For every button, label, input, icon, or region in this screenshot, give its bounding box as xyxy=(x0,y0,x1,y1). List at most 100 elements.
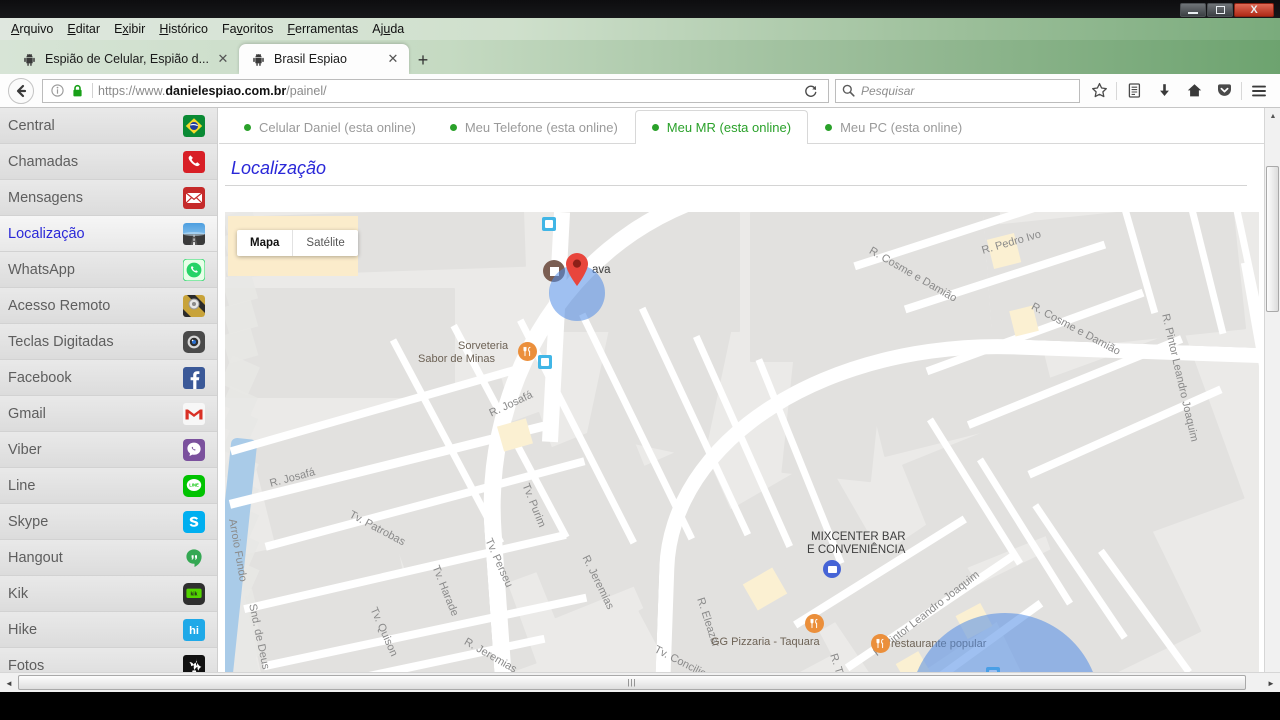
sidebar-item-label: Acesso Remoto xyxy=(8,298,183,314)
sidebar-item-label: Hike xyxy=(8,622,183,638)
sidebar-item-whatsapp[interactable]: WhatsApp xyxy=(0,252,217,288)
bookmark-star-button[interactable] xyxy=(1084,76,1114,106)
hangouts-icon xyxy=(183,547,205,569)
popular-restaurant-poi-icon[interactable] xyxy=(871,634,890,653)
sidebar-item-label: Skype xyxy=(8,514,183,530)
menu-bar: Arquivo Editar Exibir Histórico Favoritos Fer… xyxy=(0,18,1280,40)
downloads-button[interactable] xyxy=(1149,76,1179,106)
reload-button[interactable] xyxy=(798,84,824,98)
back-button[interactable] xyxy=(6,76,36,106)
sidebar-item-label: Teclas Digitadas xyxy=(8,334,183,350)
map-type-satlite[interactable]: Satélite xyxy=(292,230,357,256)
online-status-dot xyxy=(450,124,457,131)
minimize-icon xyxy=(1188,12,1198,14)
vertical-scrollbar[interactable]: ▲ ▼ xyxy=(1264,108,1280,692)
store-poi-icon[interactable] xyxy=(823,560,841,578)
scroll-right-button[interactable]: ► xyxy=(1264,676,1278,690)
tab-title: Espião de Celular, Espião d... xyxy=(45,52,209,66)
device-tab-3[interactable]: Meu PC (esta online) xyxy=(808,110,979,143)
device-tab-1[interactable]: Meu Telefone (esta online) xyxy=(433,110,635,143)
sidebar-item-hike[interactable]: Hike hi xyxy=(0,612,217,648)
sidebar-item-label: Chamadas xyxy=(8,154,183,170)
transit-stop-icon[interactable] xyxy=(538,355,552,369)
toolbar-divider xyxy=(1116,82,1117,100)
google-map[interactable]: R. Pedro Ivo R. Cosme e Damião R. Cosme e … xyxy=(225,212,1259,690)
online-status-dot xyxy=(652,124,659,131)
section-header: Localização xyxy=(225,144,1247,186)
kik-icon: kik xyxy=(183,583,205,605)
online-status-dot xyxy=(244,124,251,131)
keylogger-icon xyxy=(183,331,205,353)
sidebar-item-chamadas[interactable]: Chamadas xyxy=(0,144,217,180)
maximize-button[interactable] xyxy=(1207,3,1233,17)
map-container[interactable]: R. Pedro Ivo R. Cosme e Damião R. Cosme e … xyxy=(225,212,1259,690)
browser-tab-0[interactable]: Espião de Celular, Espião d... ✕ xyxy=(10,44,239,74)
url-text: https://www.danielespiao.com.br/painel/ xyxy=(98,84,798,98)
location-road-icon xyxy=(183,223,205,245)
tab-close-icon[interactable]: ✕ xyxy=(385,51,401,67)
sidebar-item-viber[interactable]: Viber xyxy=(0,432,217,468)
sidebar-item-mensagens[interactable]: Mensagens xyxy=(0,180,217,216)
restore-icon xyxy=(1216,6,1225,14)
sidebar-item-localizao[interactable]: Localização xyxy=(0,216,217,252)
close-button[interactable]: X xyxy=(1234,3,1274,17)
transit-stop-icon[interactable] xyxy=(542,217,556,231)
device-tab-label: Celular Daniel (esta online) xyxy=(259,120,416,135)
horizontal-scrollbar[interactable]: ◄ ||| ► xyxy=(0,672,1280,692)
sidebar-item-facebook[interactable]: Facebook xyxy=(0,360,217,396)
minimize-button[interactable] xyxy=(1180,3,1206,17)
sidebar-item-line[interactable]: Line LINE xyxy=(0,468,217,504)
new-tab-button[interactable]: + xyxy=(409,46,437,74)
tab-close-icon[interactable]: ✕ xyxy=(215,51,231,67)
library-button[interactable] xyxy=(1119,76,1149,106)
menu-icon xyxy=(1250,82,1268,100)
scroll-left-button[interactable]: ◄ xyxy=(2,676,16,690)
svg-text:hi: hi xyxy=(189,625,199,637)
search-bar[interactable]: Pesquisar xyxy=(835,79,1080,103)
sidebar-item-acessoremoto[interactable]: Acesso Remoto xyxy=(0,288,217,324)
home-icon xyxy=(1186,82,1203,99)
sidebar-item-kik[interactable]: Kik kik xyxy=(0,576,217,612)
pizzeria-poi-icon[interactable] xyxy=(805,614,824,633)
sidebar-item-label: Line xyxy=(8,478,183,494)
device-tab-2[interactable]: Meu MR (esta online) xyxy=(635,110,808,144)
primary-location-marker[interactable] xyxy=(564,251,590,287)
sidebar-item-hangout[interactable]: Hangout xyxy=(0,540,217,576)
browser-window: X Arquivo Editar Exibir Histórico Favoritos F… xyxy=(0,0,1280,720)
menu-item-favoritos[interactable]: Favoritos xyxy=(215,20,280,38)
menu-item-exibir[interactable]: Exibir xyxy=(107,20,152,38)
device-tab-label: Meu PC (esta online) xyxy=(840,120,962,135)
page-info-icon[interactable] xyxy=(47,84,67,97)
browser-tab-1[interactable]: Brasil Espiao ✕ xyxy=(239,44,409,74)
sidebar-item-label: Viber xyxy=(8,442,183,458)
menu-item-ajuda[interactable]: Ajuda xyxy=(365,20,411,38)
sidebar-item-gmail[interactable]: Gmail xyxy=(0,396,217,432)
sidebar-item-label: Facebook xyxy=(8,370,183,386)
menu-item-ferramentas[interactable]: Ferramentas xyxy=(280,20,365,38)
gmail-icon xyxy=(183,403,205,425)
skype-icon xyxy=(183,511,205,533)
menu-item-editar[interactable]: Editar xyxy=(60,20,107,38)
scroll-grip: ||| xyxy=(627,678,636,687)
map-type-mapa[interactable]: Mapa xyxy=(237,230,292,256)
sidebar-item-skype[interactable]: Skype xyxy=(0,504,217,540)
restaurant-poi-icon[interactable] xyxy=(518,342,537,361)
horizontal-scroll-thumb[interactable]: ||| xyxy=(18,675,1246,690)
menu-item-arquivo[interactable]: Arquivo xyxy=(4,20,60,38)
scroll-up-button[interactable]: ▲ xyxy=(1267,110,1279,122)
android-favicon xyxy=(22,52,37,67)
library-icon xyxy=(1126,82,1143,99)
home-button[interactable] xyxy=(1179,76,1209,106)
sidebar-item-central[interactable]: Central xyxy=(0,108,217,144)
map-poi-label: E CONVENIÊNCIA xyxy=(807,544,905,557)
menu-button[interactable] xyxy=(1244,76,1274,106)
map-type-control: Mapa Satélite xyxy=(237,230,358,256)
pocket-button[interactable] xyxy=(1209,76,1239,106)
page-title: Localização xyxy=(231,158,326,178)
vertical-scroll-thumb[interactable] xyxy=(1266,166,1279,312)
device-tab-0[interactable]: Celular Daniel (esta online) xyxy=(227,110,433,143)
address-bar[interactable]: https://www.danielespiao.com.br/painel/ xyxy=(42,79,829,103)
sidebar-item-teclasdigitadas[interactable]: Teclas Digitadas xyxy=(0,324,217,360)
navigation-toolbar: https://www.danielespiao.com.br/painel/ … xyxy=(0,74,1280,108)
menu-item-histrico[interactable]: Histórico xyxy=(152,20,215,38)
